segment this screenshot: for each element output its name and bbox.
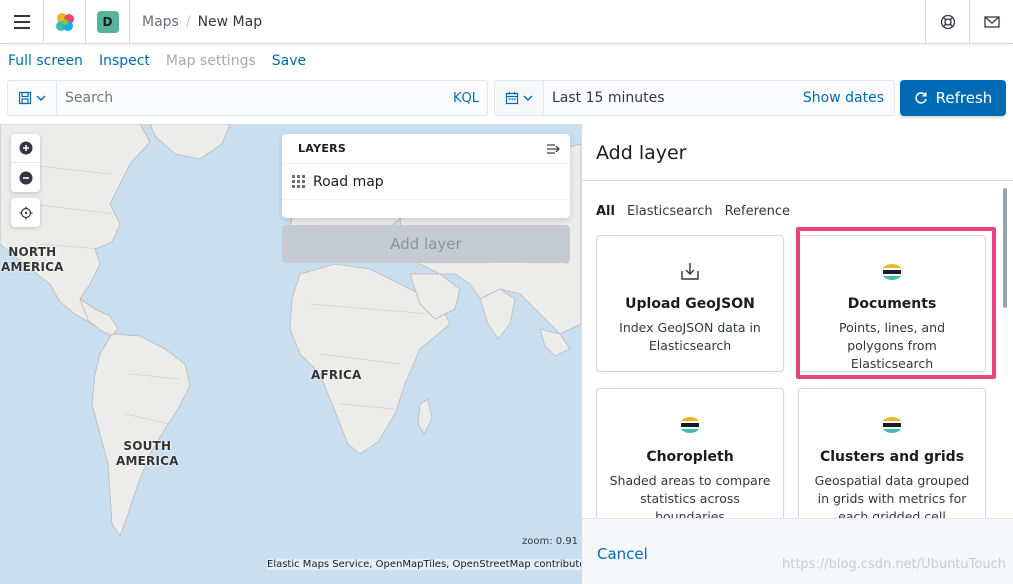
flyout-footer: Cancel	[582, 518, 1013, 584]
help-icon[interactable]	[925, 0, 969, 44]
hamburger-icon[interactable]	[0, 0, 44, 44]
mail-icon[interactable]	[969, 0, 1013, 44]
highlight-box	[796, 227, 996, 379]
breadcrumb-maps[interactable]: Maps	[142, 14, 179, 30]
date-range-text[interactable]: Last 15 minutes	[544, 90, 803, 106]
zoom-in-button[interactable]	[11, 134, 40, 163]
set-view-button[interactable]	[11, 198, 40, 227]
card-title: Clusters and grids	[819, 449, 965, 465]
add-layer-button[interactable]: Add layer	[282, 225, 570, 263]
card-clusters-and-grids[interactable]: Clusters and grids Geospatial data group…	[798, 388, 986, 528]
breadcrumb-new-map: New Map	[197, 13, 263, 30]
full-screen-link[interactable]: Full screen	[8, 53, 83, 69]
chevron-down-icon	[523, 95, 533, 101]
flyout-title: Add layer	[596, 142, 687, 164]
layers-title: LAYERS	[298, 142, 347, 155]
elasticsearch-icon	[678, 413, 702, 437]
calendar-icon	[505, 92, 519, 105]
save-icon	[18, 91, 32, 105]
tab-elasticsearch[interactable]: Elasticsearch	[627, 204, 713, 219]
map-settings-link[interactable]: Map settings	[166, 53, 256, 69]
search-input[interactable]	[57, 81, 453, 115]
chevron-down-icon	[36, 95, 46, 101]
import-icon	[678, 260, 702, 284]
grid-icon	[292, 175, 305, 188]
layer-label: Road map	[313, 173, 384, 190]
zoom-controls	[11, 134, 40, 192]
tab-all[interactable]: All	[596, 204, 615, 219]
saved-query-button[interactable]	[8, 81, 57, 115]
zoom-readout: zoom: 0.91	[522, 536, 579, 547]
quick-select-button[interactable]	[495, 81, 544, 115]
show-dates-link[interactable]: Show dates	[803, 90, 894, 106]
zoom-out-button[interactable]	[11, 163, 40, 192]
layer-road-map[interactable]: Road map	[282, 164, 570, 200]
label-north-america: NORTH AMERICA	[1, 245, 64, 274]
watermark: https://blog.csdn.net/UbuntuTouch	[782, 557, 1006, 572]
top-nav-menu: Full screen Inspect Map settings Save	[0, 44, 1013, 78]
inspect-link[interactable]: Inspect	[99, 53, 150, 69]
app-header: D Maps / New Map	[0, 0, 1013, 44]
space-selector[interactable]: D	[86, 0, 130, 44]
plus-icon	[19, 141, 32, 155]
label-south-america: SOUTH AMERICA	[116, 439, 179, 468]
refresh-button[interactable]: Refresh	[900, 80, 1006, 116]
card-upload-geojson[interactable]: Upload GeoJSON Index GeoJSON data in Ela…	[596, 235, 784, 372]
save-link[interactable]: Save	[272, 53, 306, 69]
kql-toggle[interactable]: KQL	[453, 91, 487, 106]
crosshair-icon	[19, 206, 32, 219]
refresh-label: Refresh	[935, 89, 993, 107]
breadcrumb-separator: /	[185, 13, 191, 30]
space-avatar: D	[96, 10, 119, 33]
card-title: Choropleth	[646, 449, 734, 465]
refresh-icon	[915, 92, 927, 104]
card-choropleth[interactable]: Choropleth Shaded areas to compare stati…	[596, 388, 784, 528]
scrollbar[interactable]	[1003, 188, 1007, 308]
divider	[582, 180, 1013, 181]
card-description: Index GeoJSON data in Elasticsearch	[619, 320, 761, 353]
source-filter-tabs: All Elasticsearch Reference	[596, 204, 790, 219]
breadcrumb: Maps / New Map	[130, 14, 262, 30]
layers-panel: LAYERS Road map	[282, 134, 570, 218]
card-title: Upload GeoJSON	[625, 296, 755, 312]
elasticsearch-icon	[880, 413, 904, 437]
collapse-panel-icon[interactable]	[546, 143, 560, 155]
cancel-button[interactable]: Cancel	[597, 545, 648, 563]
query-bar: KQL	[7, 80, 488, 116]
minus-icon	[19, 171, 32, 184]
elastic-logo[interactable]	[44, 0, 86, 44]
tab-reference[interactable]: Reference	[725, 204, 790, 219]
date-picker: Last 15 minutes Show dates	[494, 80, 895, 116]
label-africa: AFRICA	[311, 368, 362, 382]
map-attribution[interactable]: Elastic Maps Service, OpenMapTiles, Open…	[267, 559, 595, 570]
elastic-logo-icon	[55, 12, 74, 31]
